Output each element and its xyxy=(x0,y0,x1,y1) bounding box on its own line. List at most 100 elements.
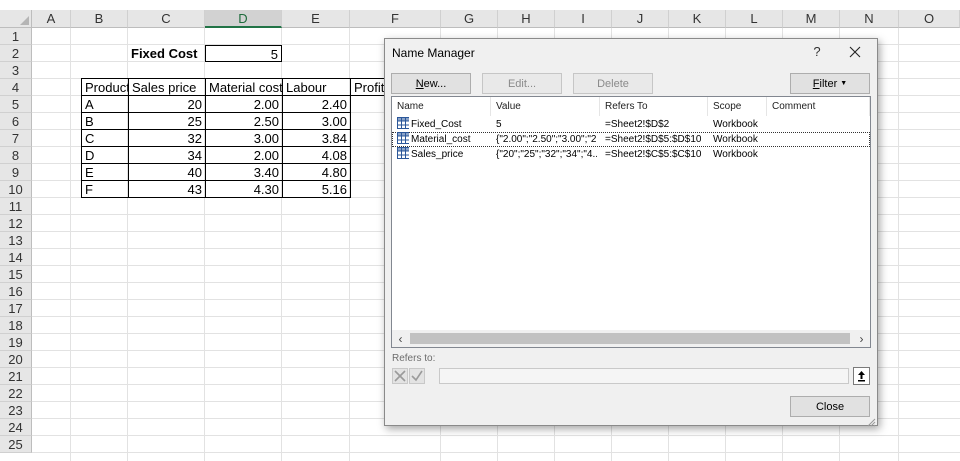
confirm-edit-icon[interactable] xyxy=(409,368,425,384)
scroll-right-icon[interactable]: › xyxy=(853,330,870,347)
close-button[interactable]: Close xyxy=(790,396,870,417)
fixed-cost-label[interactable]: Fixed Cost xyxy=(128,45,206,62)
new-button[interactable]: New... xyxy=(391,73,471,94)
table-cell[interactable]: B xyxy=(81,112,129,130)
row-header[interactable]: 10 xyxy=(0,181,32,198)
select-all-corner[interactable] xyxy=(0,10,32,28)
delete-button[interactable]: Delete xyxy=(573,73,653,94)
row-header[interactable]: 17 xyxy=(0,300,32,317)
column-header[interactable]: B xyxy=(71,10,128,28)
names-list[interactable]: Name Value Refers To Scope Comment Fixed_Cos… xyxy=(391,96,871,348)
row-header[interactable]: 24 xyxy=(0,419,32,436)
row-header[interactable]: 7 xyxy=(0,130,32,147)
column-header[interactable]: I xyxy=(555,10,612,28)
table-header-cell[interactable]: Labour xyxy=(282,78,351,96)
table-cell[interactable]: 3.00 xyxy=(205,129,283,147)
list-column-header[interactable]: Name xyxy=(392,97,491,116)
list-column-header[interactable]: Value xyxy=(491,97,600,116)
edit-button[interactable]: Edit... xyxy=(482,73,562,94)
table-header-cell[interactable]: Sales price xyxy=(128,78,206,96)
list-column-header[interactable]: Scope xyxy=(708,97,767,116)
table-cell[interactable]: 5.16 xyxy=(282,180,351,198)
column-header[interactable]: K xyxy=(669,10,726,28)
row-header[interactable]: 12 xyxy=(0,215,32,232)
column-header[interactable]: N xyxy=(840,10,899,28)
table-header-cell[interactable]: Product xyxy=(81,78,129,96)
table-cell[interactable]: 2.00 xyxy=(205,95,283,113)
row-header[interactable]: 14 xyxy=(0,249,32,266)
table-cell[interactable]: 43 xyxy=(128,180,206,198)
row-header[interactable]: 19 xyxy=(0,334,32,351)
horizontal-scrollbar[interactable]: ‹ › xyxy=(392,330,870,347)
refers-to-input[interactable] xyxy=(439,368,849,384)
row-header[interactable]: 2 xyxy=(0,45,32,62)
table-cell[interactable]: 2.50 xyxy=(205,112,283,130)
table-cell[interactable]: 40 xyxy=(128,163,206,181)
column-header[interactable]: E xyxy=(282,10,350,28)
row-header[interactable]: 5 xyxy=(0,96,32,113)
row-header[interactable]: 20 xyxy=(0,351,32,368)
column-header[interactable]: M xyxy=(783,10,840,28)
row-header[interactable]: 15 xyxy=(0,266,32,283)
list-item-name: Material_cost xyxy=(411,134,471,145)
row-header[interactable]: 21 xyxy=(0,368,32,385)
cancel-edit-icon[interactable] xyxy=(392,368,408,384)
table-header-cell[interactable]: Profit xyxy=(350,78,386,96)
table-header-cell[interactable]: Material cost xyxy=(205,78,283,96)
table-cell[interactable]: 2.40 xyxy=(282,95,351,113)
list-item[interactable]: Fixed_Cost 5 =Sheet2!$D$2 Workbook xyxy=(392,117,870,132)
row-header[interactable]: 18 xyxy=(0,317,32,334)
list-item[interactable]: Sales_price {"20";"25";"32";"34";"4... =Sh… xyxy=(392,147,870,162)
table-cell[interactable]: 32 xyxy=(128,129,206,147)
list-column-header[interactable]: Refers To xyxy=(600,97,708,116)
column-header[interactable]: J xyxy=(612,10,669,28)
row-header[interactable]: 25 xyxy=(0,436,32,453)
table-cell[interactable]: C xyxy=(81,129,129,147)
row-header[interactable]: 16 xyxy=(0,283,32,300)
row-header[interactable]: 11 xyxy=(0,198,32,215)
row-header[interactable]: 1 xyxy=(0,28,32,45)
row-header[interactable]: 4 xyxy=(0,79,32,96)
column-header[interactable]: H xyxy=(498,10,555,28)
table-cell[interactable]: 25 xyxy=(128,112,206,130)
column-header[interactable]: G xyxy=(441,10,498,28)
table-cell[interactable]: 3.84 xyxy=(282,129,351,147)
table-cell[interactable]: 20 xyxy=(128,95,206,113)
row-header[interactable]: 3 xyxy=(0,62,32,79)
list-column-header[interactable]: Comment xyxy=(767,97,870,116)
row-header[interactable]: 8 xyxy=(0,147,32,164)
list-item-value: {"2.00";"2.50";"3.00";"2... xyxy=(496,134,597,145)
collapse-dialog-icon[interactable] xyxy=(853,367,870,385)
row-header[interactable]: 22 xyxy=(0,385,32,402)
table-cell[interactable]: 3.00 xyxy=(282,112,351,130)
column-header[interactable]: L xyxy=(726,10,783,28)
table-cell[interactable]: 3.40 xyxy=(205,163,283,181)
column-header[interactable]: F xyxy=(350,10,441,28)
list-item[interactable]: Material_cost {"2.00";"2.50";"3.00";"2...… xyxy=(392,132,870,147)
table-cell[interactable]: 4.80 xyxy=(282,163,351,181)
row-header[interactable]: 13 xyxy=(0,232,32,249)
row-header[interactable]: 23 xyxy=(0,402,32,419)
table-cell[interactable]: E xyxy=(81,163,129,181)
scroll-left-icon[interactable]: ‹ xyxy=(392,330,409,347)
table-cell[interactable]: 4.30 xyxy=(205,180,283,198)
table-cell[interactable]: D xyxy=(81,146,129,164)
scrollbar-thumb[interactable] xyxy=(410,333,850,344)
column-header[interactable]: A xyxy=(32,10,71,28)
resize-grip-icon[interactable] xyxy=(866,414,876,427)
column-header[interactable]: D xyxy=(205,10,282,28)
fixed-cost-value-cell[interactable]: 5 xyxy=(205,45,282,62)
help-button[interactable]: ? xyxy=(809,44,825,59)
dialog-close-icon[interactable] xyxy=(845,42,865,62)
column-header[interactable]: C xyxy=(128,10,205,28)
column-header[interactable]: O xyxy=(899,10,960,28)
filter-button[interactable]: Filter ▼ xyxy=(790,73,870,94)
row-header[interactable]: 6 xyxy=(0,113,32,130)
table-cell[interactable]: 4.08 xyxy=(282,146,351,164)
table-cell[interactable]: A xyxy=(81,95,129,113)
row-header[interactable]: 9 xyxy=(0,164,32,181)
chevron-down-icon: ▼ xyxy=(840,80,848,87)
table-cell[interactable]: F xyxy=(81,180,129,198)
table-cell[interactable]: 34 xyxy=(128,146,206,164)
table-cell[interactable]: 2.00 xyxy=(205,146,283,164)
